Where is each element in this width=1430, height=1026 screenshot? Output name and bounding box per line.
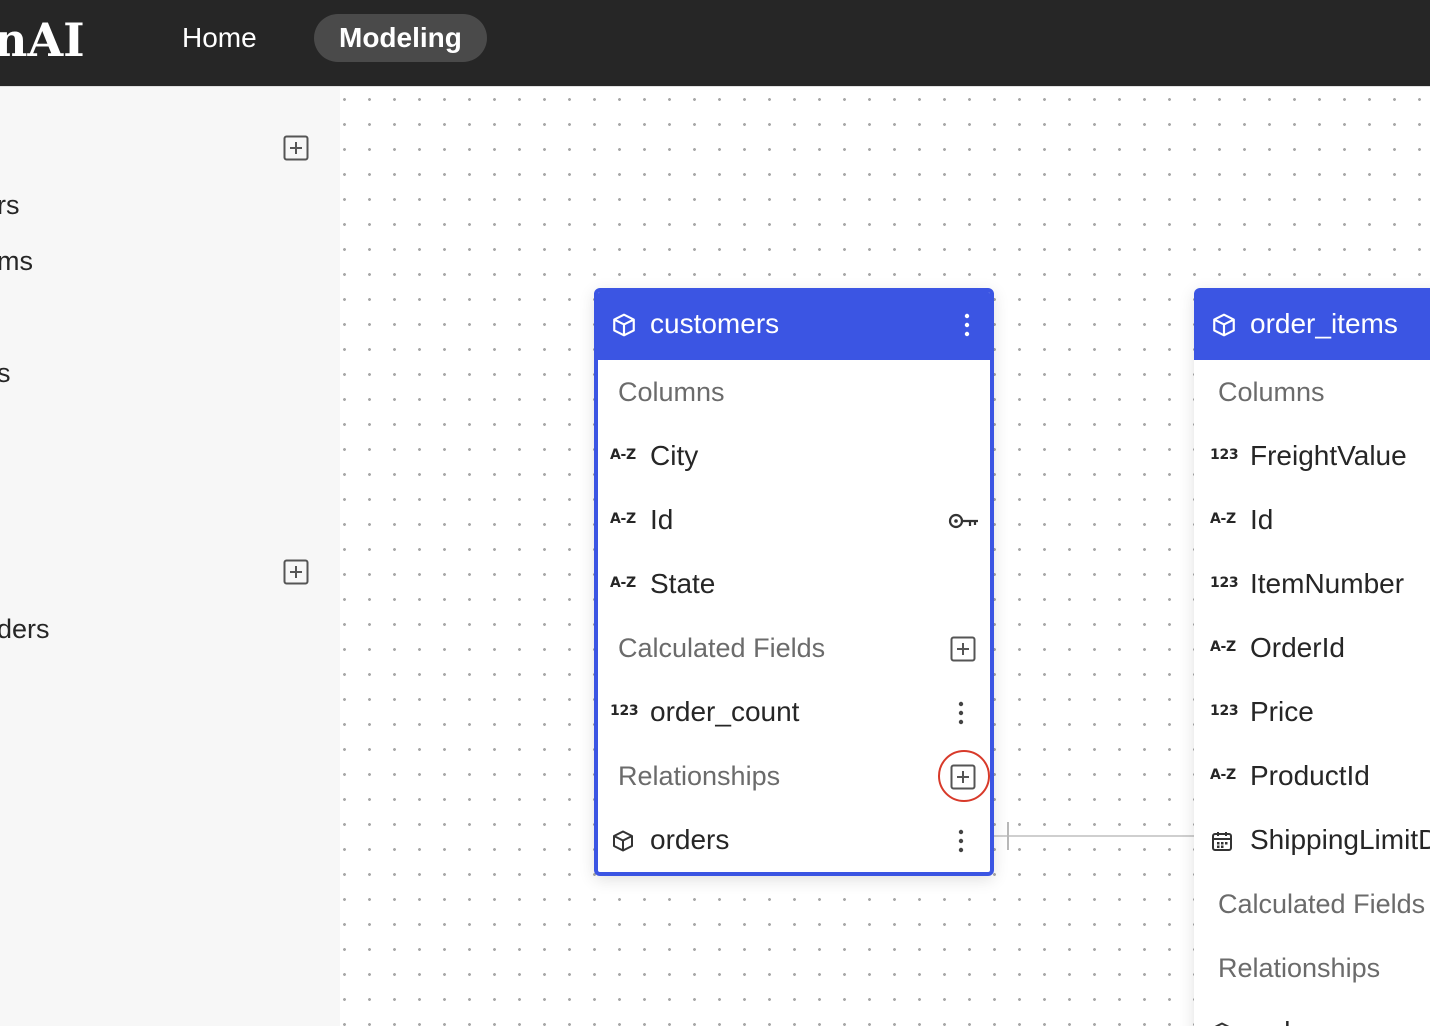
section-label: Calculated Fields xyxy=(618,633,826,663)
column-row[interactable]: A-Z ProductId xyxy=(1194,744,1430,808)
model-title: order_items xyxy=(1250,308,1398,339)
model-card-header[interactable]: order_items xyxy=(1194,288,1430,360)
string-type-icon: A-Z xyxy=(610,575,636,591)
relationship-edge-marker xyxy=(1007,822,1009,850)
add-model-icon[interactable] xyxy=(283,135,309,161)
relationship-row[interactable]: orders xyxy=(1194,1000,1430,1026)
nav-home-tab[interactable]: Home xyxy=(157,14,282,62)
string-type-icon: A-Z xyxy=(1210,767,1236,783)
model-card-customers[interactable]: customers Columns A-Z City A-Z Id A-Z St… xyxy=(594,288,994,876)
primary-key-icon xyxy=(948,513,978,529)
calculated-fields-section-header: Calculated Fields xyxy=(598,616,990,680)
cube-icon xyxy=(1214,1022,1230,1026)
add-calculated-field-icon[interactable] xyxy=(950,636,976,662)
calculated-field-name: order_count xyxy=(650,696,800,727)
model-title: customers xyxy=(650,308,780,339)
string-type-icon: A-Z xyxy=(1210,511,1236,527)
relationship-name: orders xyxy=(650,824,730,855)
column-row[interactable]: 123 Price xyxy=(1194,680,1430,744)
calendar-icon xyxy=(1212,832,1232,851)
section-label: Columns xyxy=(1218,377,1325,407)
section-label: Calculated Fields xyxy=(1218,889,1426,919)
cube-icon xyxy=(613,313,635,337)
column-name: Id xyxy=(1250,504,1274,535)
more-options-icon[interactable] xyxy=(962,312,972,338)
cube-icon xyxy=(613,830,633,852)
column-name: OrderId xyxy=(1250,632,1345,663)
column-name: State xyxy=(650,568,716,599)
column-name: FreightValue xyxy=(1250,440,1407,471)
number-type-icon: 123 xyxy=(610,703,639,719)
column-row[interactable]: A-Z City xyxy=(598,424,990,488)
column-row[interactable]: A-Z OrderId xyxy=(1194,616,1430,680)
more-options-icon[interactable] xyxy=(956,828,966,854)
model-card-header[interactable]: customers xyxy=(598,292,990,360)
relationship-row[interactable]: orders xyxy=(598,808,990,872)
column-row[interactable]: A-Z State xyxy=(598,552,990,616)
section-label: Relationships xyxy=(1218,953,1381,983)
number-type-icon: 123 xyxy=(1210,703,1239,719)
sidebar-item-order-items[interactable]: ms xyxy=(0,245,33,277)
column-name: Id xyxy=(650,504,674,535)
section-label: Relationships xyxy=(618,761,781,791)
sidebar-item-customers[interactable]: rs xyxy=(0,189,20,221)
model-sidebar: rs ms s ders xyxy=(0,86,340,1026)
column-row[interactable]: A-Z Id xyxy=(1194,488,1430,552)
relationship-name: orders xyxy=(1250,1014,1329,1026)
columns-section-header: Columns xyxy=(1194,360,1430,424)
string-type-icon: A-Z xyxy=(610,511,636,527)
string-type-icon: A-Z xyxy=(1210,639,1236,655)
relationships-section-header: Relationships xyxy=(1194,936,1430,1000)
column-name: ShippingLimitD xyxy=(1250,824,1430,855)
sidebar-item-view-orders[interactable]: ders xyxy=(0,613,50,645)
calculated-fields-section-header: Calculated Fields xyxy=(1194,872,1430,936)
column-row[interactable]: 123 FreightValue xyxy=(1194,424,1430,488)
add-view-icon[interactable] xyxy=(283,559,309,585)
highlight-ring xyxy=(938,750,990,802)
more-options-icon[interactable] xyxy=(956,700,966,726)
number-type-icon: 123 xyxy=(1210,575,1239,591)
column-name: Price xyxy=(1250,696,1314,727)
column-row[interactable]: ShippingLimitD xyxy=(1194,808,1430,872)
top-navigation-bar: nAI Home Modeling xyxy=(0,0,1430,86)
columns-section-header: Columns xyxy=(598,360,990,424)
column-row[interactable]: A-Z Id xyxy=(598,488,990,552)
sidebar-item-orders-model[interactable]: s xyxy=(0,357,11,389)
cube-icon xyxy=(1213,313,1235,337)
app-logo: nAI xyxy=(0,13,85,67)
section-label: Columns xyxy=(618,377,725,407)
relationships-section-header: Relationships xyxy=(598,744,990,808)
column-name: ItemNumber xyxy=(1250,568,1405,599)
number-type-icon: 123 xyxy=(1210,447,1239,463)
model-card-order-items[interactable]: order_items Columns 123 FreightValue A-Z… xyxy=(1194,288,1430,1026)
column-row[interactable]: 123 ItemNumber xyxy=(1194,552,1430,616)
calculated-field-row[interactable]: 123 order_count xyxy=(598,680,990,744)
column-name: City xyxy=(650,440,699,471)
string-type-icon: A-Z xyxy=(610,447,636,463)
nav-modeling-tab[interactable]: Modeling xyxy=(314,14,487,62)
column-name: ProductId xyxy=(1250,760,1370,791)
relationship-edge[interactable] xyxy=(994,835,1194,837)
